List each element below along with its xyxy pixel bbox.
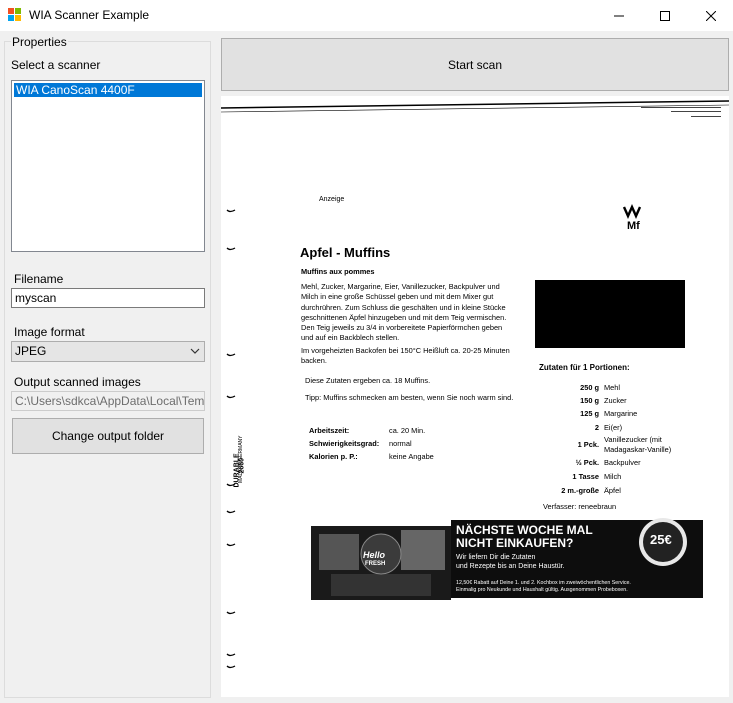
detail-value: keine Angabe (389, 452, 434, 461)
filename-label: Filename (14, 272, 64, 286)
ingredient-qty: 150 g (580, 396, 599, 405)
ad-logo-text-2: FRESH (365, 561, 386, 567)
maximize-button[interactable] (642, 0, 688, 31)
maximize-icon (660, 10, 670, 21)
ad-subtext: Wir liefern Dir die Zutaten (456, 554, 536, 561)
ad-banner: Hello FRESH 25€ NÄCHSTE WOCHE MAL NICHT … (311, 516, 703, 602)
ad-headline: NICHT EINKAUFEN? (456, 536, 574, 550)
ad-fineprint: 12,50€ Rabatt auf Deine 1. und 2. Kochbo… (456, 580, 631, 586)
scan-preview: DURABLE 2660 MADE IN GERMANY Anzeige Mf … (221, 96, 729, 697)
ingredient-qty: 125 g (580, 409, 599, 418)
app-icon (8, 8, 21, 21)
detail-value: normal (389, 439, 412, 448)
ingredient-name: Milch (604, 472, 622, 481)
detail-key: Arbeitszeit: (309, 426, 350, 435)
change-output-folder-button[interactable]: Change output folder (12, 418, 204, 454)
ingredient-name: Ei(er) (604, 423, 623, 432)
ad-label: Anzeige (319, 196, 345, 203)
scanner-list-item[interactable]: WIA CanoScan 4400F (14, 83, 202, 97)
scan-top-edge (221, 100, 729, 117)
binder-origin: MADE IN GERMANY (238, 435, 244, 483)
ingredients-title: Zutaten für 1 Portionen: (539, 363, 630, 372)
ad-subtext: und Rezepte bis an Deine Haustür. (456, 563, 565, 570)
select-scanner-label: Select a scanner (11, 58, 101, 72)
window-title: WIA Scanner Example (29, 8, 150, 22)
recipe-author: Verfasser: reneebraun (543, 502, 617, 511)
recipe-paragraph: Tipp: Muffins schmecken am besten, wenn … (305, 393, 514, 402)
minimize-button[interactable] (596, 0, 642, 31)
chevron-down-icon (190, 348, 200, 354)
redacted-image (535, 280, 685, 348)
image-format-select[interactable]: JPEG (11, 341, 205, 362)
detail-value: ca. 20 Min. (389, 426, 426, 435)
ingredient-name: Backpulver (604, 458, 641, 467)
ad-fineprint: Einmalig pro Neukunde und Haushalt gülti… (456, 587, 628, 593)
start-scan-label: Start scan (447, 57, 503, 72)
svg-text:Mf: Mf (627, 220, 640, 232)
ingredient-qty: 1 Tasse (572, 472, 599, 481)
binder-marks (226, 209, 236, 669)
recipe-paragraph: Diese Zutaten ergeben ca. 18 Muffins. (305, 376, 431, 385)
ingredient-qty: 2 (594, 423, 599, 432)
recipe-paragraph: Mehl, Zucker, Margarine, Eier, Vanillezu… (301, 282, 507, 343)
minimize-icon (614, 15, 624, 16)
ingredient-name: Äpfel (604, 486, 621, 495)
filename-input[interactable]: myscan (11, 288, 205, 308)
title-bar: WIA Scanner Example (0, 0, 733, 31)
ingredient-name: Zucker (604, 396, 627, 405)
start-scan-button[interactable]: Start scan (221, 38, 729, 91)
ingredient-qty: 2 m.-große (561, 486, 599, 495)
ingredient-name: Vanillezucker (mit Madagaskar-Vanille) (604, 435, 672, 455)
close-button[interactable] (688, 0, 733, 31)
ad-logo-text-1: Hello (363, 550, 386, 560)
image-format-value: JPEG (15, 344, 47, 358)
recipe-paragraph: Im vorgeheizten Backofen bei 150°C Heißl… (301, 346, 510, 366)
recipe-title: Apfel - Muffins (300, 245, 391, 260)
ingredient-name: Mehl (604, 383, 621, 392)
output-folder-label: Output scanned images (14, 375, 141, 389)
image-format-label: Image format (14, 325, 85, 339)
change-output-folder-label: Change output folder (51, 429, 165, 443)
output-path-field[interactable]: C:\Users\sdkca\AppData\Local\Temp\ (11, 391, 205, 411)
wmf-logo: Mf (622, 204, 642, 232)
ingredient-name: Margarine (604, 409, 638, 418)
scanner-listbox[interactable]: WIA CanoScan 4400F (11, 80, 205, 252)
recipe-subtitle: Muffins aux pommes (301, 267, 375, 276)
detail-key: Schwierigkeitsgrad: (309, 439, 380, 448)
ad-badge: 25€ (650, 532, 672, 547)
ingredient-qty: 1 Pck. (577, 440, 599, 449)
detail-key: Kalorien p. P.: (309, 452, 358, 461)
ingredient-qty: ½ Pck. (575, 458, 599, 467)
ingredient-qty: 250 g (580, 383, 599, 392)
properties-group-title: Properties (11, 35, 68, 49)
close-icon (706, 10, 716, 21)
